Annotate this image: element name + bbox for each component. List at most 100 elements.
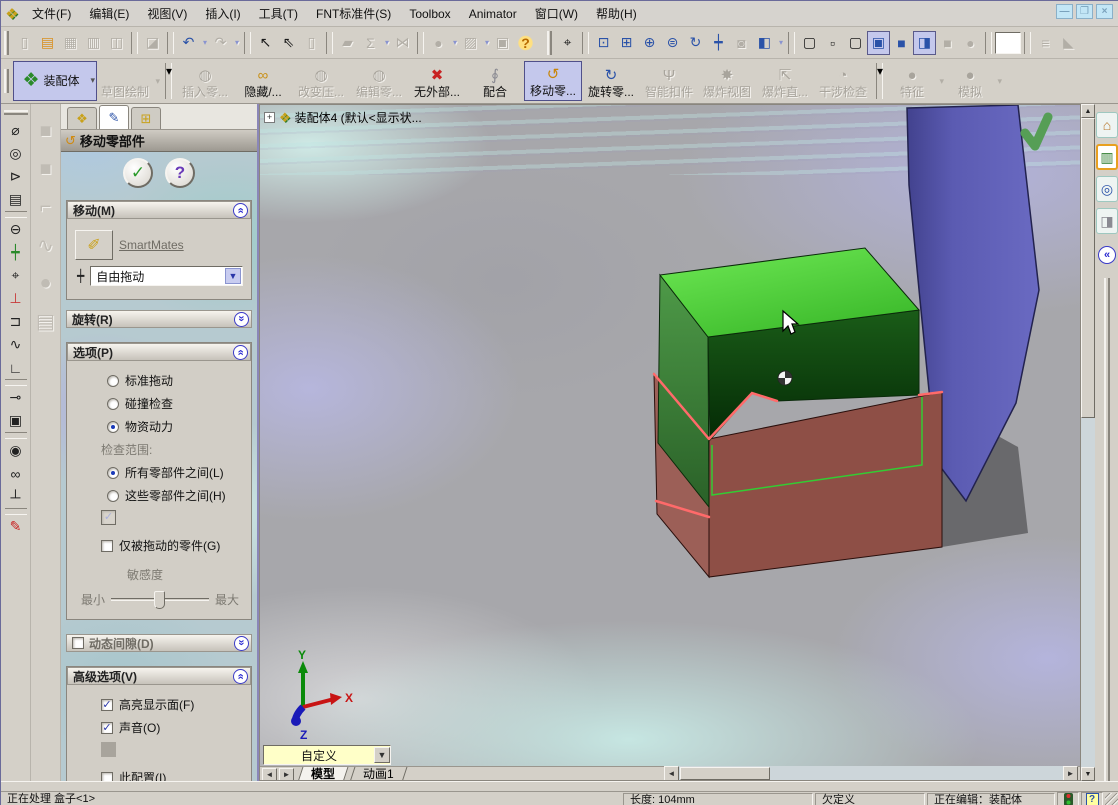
scroll-left-icon[interactable]: ◄ xyxy=(664,766,679,780)
featuremanager-tab[interactable]: ❖ xyxy=(67,107,97,129)
nut-icon[interactable]: ◎ xyxy=(4,142,28,165)
advanced-options-header[interactable]: 高级选项(V) « xyxy=(67,667,251,685)
sensitivity-slider[interactable] xyxy=(111,591,209,609)
wireframe-icon[interactable]: ▢ xyxy=(798,31,821,55)
undo-icon[interactable]: ↶ xyxy=(177,31,207,55)
vertical-scrollbar[interactable]: ▲ ▼ xyxy=(1081,104,1095,781)
mate-button[interactable]: ∮ 配合 ▾ xyxy=(466,61,524,101)
corner-bracket-icon[interactable]: ∟ xyxy=(4,356,28,379)
tab-model[interactable]: 模型 xyxy=(297,767,349,780)
ok-button[interactable]: ✓ xyxy=(123,158,153,188)
standard-drag-radio[interactable] xyxy=(107,374,119,387)
zoom-selection-icon[interactable]: ⊜ xyxy=(661,31,684,55)
selection-filter-icon[interactable]: ⇖ xyxy=(277,31,300,55)
expand-chevron-icon[interactable]: « xyxy=(234,311,249,327)
zoom-area-icon[interactable]: ⊞ xyxy=(615,31,638,55)
smartmates-button[interactable]: ✐ xyxy=(75,230,113,260)
screwdriver-icon[interactable]: ✎ xyxy=(4,515,28,538)
drag-mode-dropdown[interactable]: 自由拖动 ▼ xyxy=(90,266,243,286)
viewport-select-icon[interactable]: ⌖ xyxy=(556,31,579,55)
move-component-button[interactable]: ↺ 移动零... ▾ xyxy=(524,61,583,101)
toolbar-grip[interactable] xyxy=(4,30,9,55)
pushpin-icon[interactable]: ⌖ xyxy=(4,264,28,287)
assembly-button[interactable]: ❖ 装配体 ▾ xyxy=(13,61,97,101)
solidworks-resources-icon[interactable]: ⌂ xyxy=(1096,112,1118,138)
tab-animation1[interactable]: 动画1 xyxy=(349,767,408,780)
t-bolt-icon[interactable]: ┴ xyxy=(4,485,28,508)
menu-file[interactable]: 文件(F) xyxy=(23,1,80,26)
rotate-view-icon[interactable]: ↻ xyxy=(684,31,707,55)
collision-detection-radio[interactable] xyxy=(107,397,119,410)
confirmation-corner-check-icon[interactable] xyxy=(1020,112,1053,151)
washer-icon[interactable]: ⊖ xyxy=(4,218,28,241)
zoom-fit-icon[interactable]: ⊡ xyxy=(592,31,615,55)
propertymanager-tab[interactable]: ✎ xyxy=(99,105,129,129)
rotate-component-button[interactable]: ↻ 旋转零... ▾ xyxy=(582,61,640,101)
scrollbar-thumb[interactable] xyxy=(1081,118,1095,418)
empty-field[interactable] xyxy=(995,31,1021,54)
scroll-up-icon[interactable]: ▲ xyxy=(1081,104,1095,118)
dynamic-clearance-header[interactable]: 动态间隙(D) « xyxy=(66,634,252,652)
select-icon[interactable]: ↖ xyxy=(254,31,277,55)
toolbar-grip[interactable] xyxy=(3,110,28,115)
slider-thumb[interactable] xyxy=(154,591,166,609)
coil-icon[interactable]: ◉ xyxy=(4,439,28,462)
resume-drag-button[interactable]: ✓ xyxy=(101,510,116,525)
file-explorer-icon[interactable]: ◎ xyxy=(1096,176,1118,202)
toolbar-grip[interactable] xyxy=(4,69,9,93)
rivet-icon[interactable]: ⊐ xyxy=(4,310,28,333)
rotate-group-header[interactable]: 旋转(R) « xyxy=(66,310,252,328)
menu-tools[interactable]: 工具(T) xyxy=(250,1,307,26)
scroll-right-icon[interactable]: ► xyxy=(1063,766,1078,780)
shaded-icon[interactable]: ■ xyxy=(890,31,913,55)
close-button[interactable]: × xyxy=(1096,4,1113,19)
hide-show-component-button[interactable]: ∞ 隐藏/... ▾ xyxy=(234,61,292,101)
chain-link-icon[interactable]: ∞ xyxy=(4,462,28,485)
dropdown-arrow-icon[interactable]: ▼ xyxy=(374,747,390,763)
menu-edit[interactable]: 编辑(E) xyxy=(80,1,138,26)
pan-icon[interactable]: ┿ xyxy=(707,31,730,55)
menu-view[interactable]: 视图(V) xyxy=(138,1,196,26)
horizontal-scrollbar[interactable]: ◄ ► xyxy=(664,766,1078,780)
physical-dynamics-radio[interactable] xyxy=(107,420,119,433)
toolbar-grip[interactable] xyxy=(547,30,552,55)
hidden-lines-visible-icon[interactable]: ▫ xyxy=(821,31,844,55)
minimize-button[interactable]: — xyxy=(1056,4,1073,19)
these-components-radio[interactable] xyxy=(107,489,119,502)
tray-front-face[interactable] xyxy=(708,391,943,578)
drag-drop-palette-icon[interactable]: ◨ xyxy=(1096,208,1118,234)
tree-expand-icon[interactable]: + xyxy=(264,112,275,123)
graphics-viewport[interactable]: Y X Z + ❖ 装配体4 (默认<显示状... 自定义 ▼ ◄ ► 模型 动… xyxy=(259,104,1081,781)
menu-window[interactable]: 窗口(W) xyxy=(526,1,587,26)
tab-scroll-right-icon[interactable]: ► xyxy=(279,767,294,780)
no-external-references-button[interactable]: ✖ 无外部... ▾ xyxy=(408,61,466,101)
all-components-radio[interactable] xyxy=(107,466,119,479)
quick-tips-icon[interactable]: ? xyxy=(1081,791,1103,805)
viewport-3d-scene[interactable]: Y X Z xyxy=(260,105,1081,781)
shaded-with-edges-icon[interactable]: ▣ xyxy=(867,30,890,55)
open-folder-icon[interactable]: ▤ xyxy=(36,31,59,55)
sound-checkbox[interactable]: ✓ xyxy=(101,721,113,734)
menu-help[interactable]: 帮助(H) xyxy=(587,1,646,26)
tab-scroll-left-icon[interactable]: ◄ xyxy=(262,767,277,780)
hidden-lines-removed-icon[interactable]: ▢ xyxy=(844,31,867,55)
configurationmanager-tab[interactable]: ⊞ xyxy=(131,107,161,129)
dowel-pin-icon[interactable]: ┿ xyxy=(4,241,28,264)
menu-animator[interactable]: Animator xyxy=(460,3,526,25)
dynamic-clearance-checkbox[interactable] xyxy=(72,637,84,649)
task-pane-collapse-button[interactable]: « xyxy=(1098,246,1116,264)
expand-chevron-icon[interactable]: « xyxy=(234,635,249,651)
assembly-node-label[interactable]: 装配体4 (默认<显示状... xyxy=(295,109,422,126)
highlight-faces-checkbox[interactable]: ✓ xyxy=(101,698,113,711)
screw-icon[interactable]: ⊳ xyxy=(4,165,28,188)
scrollbar-thumb[interactable] xyxy=(680,767,770,780)
perspective-icon[interactable]: ◨ xyxy=(913,30,936,55)
restore-button[interactable]: ❐ xyxy=(1076,4,1093,19)
bearing-mount-icon[interactable]: ▣ xyxy=(4,409,28,432)
design-library-icon[interactable]: ▥ xyxy=(1096,144,1118,170)
hex-bolt-icon[interactable]: ⌀ xyxy=(4,119,28,142)
resize-grip-icon[interactable] xyxy=(1105,792,1118,805)
help-button[interactable]: ? xyxy=(165,158,195,188)
collapse-chevron-icon[interactable]: « xyxy=(233,344,248,360)
move-group-header[interactable]: 移动(M) « xyxy=(67,201,251,219)
